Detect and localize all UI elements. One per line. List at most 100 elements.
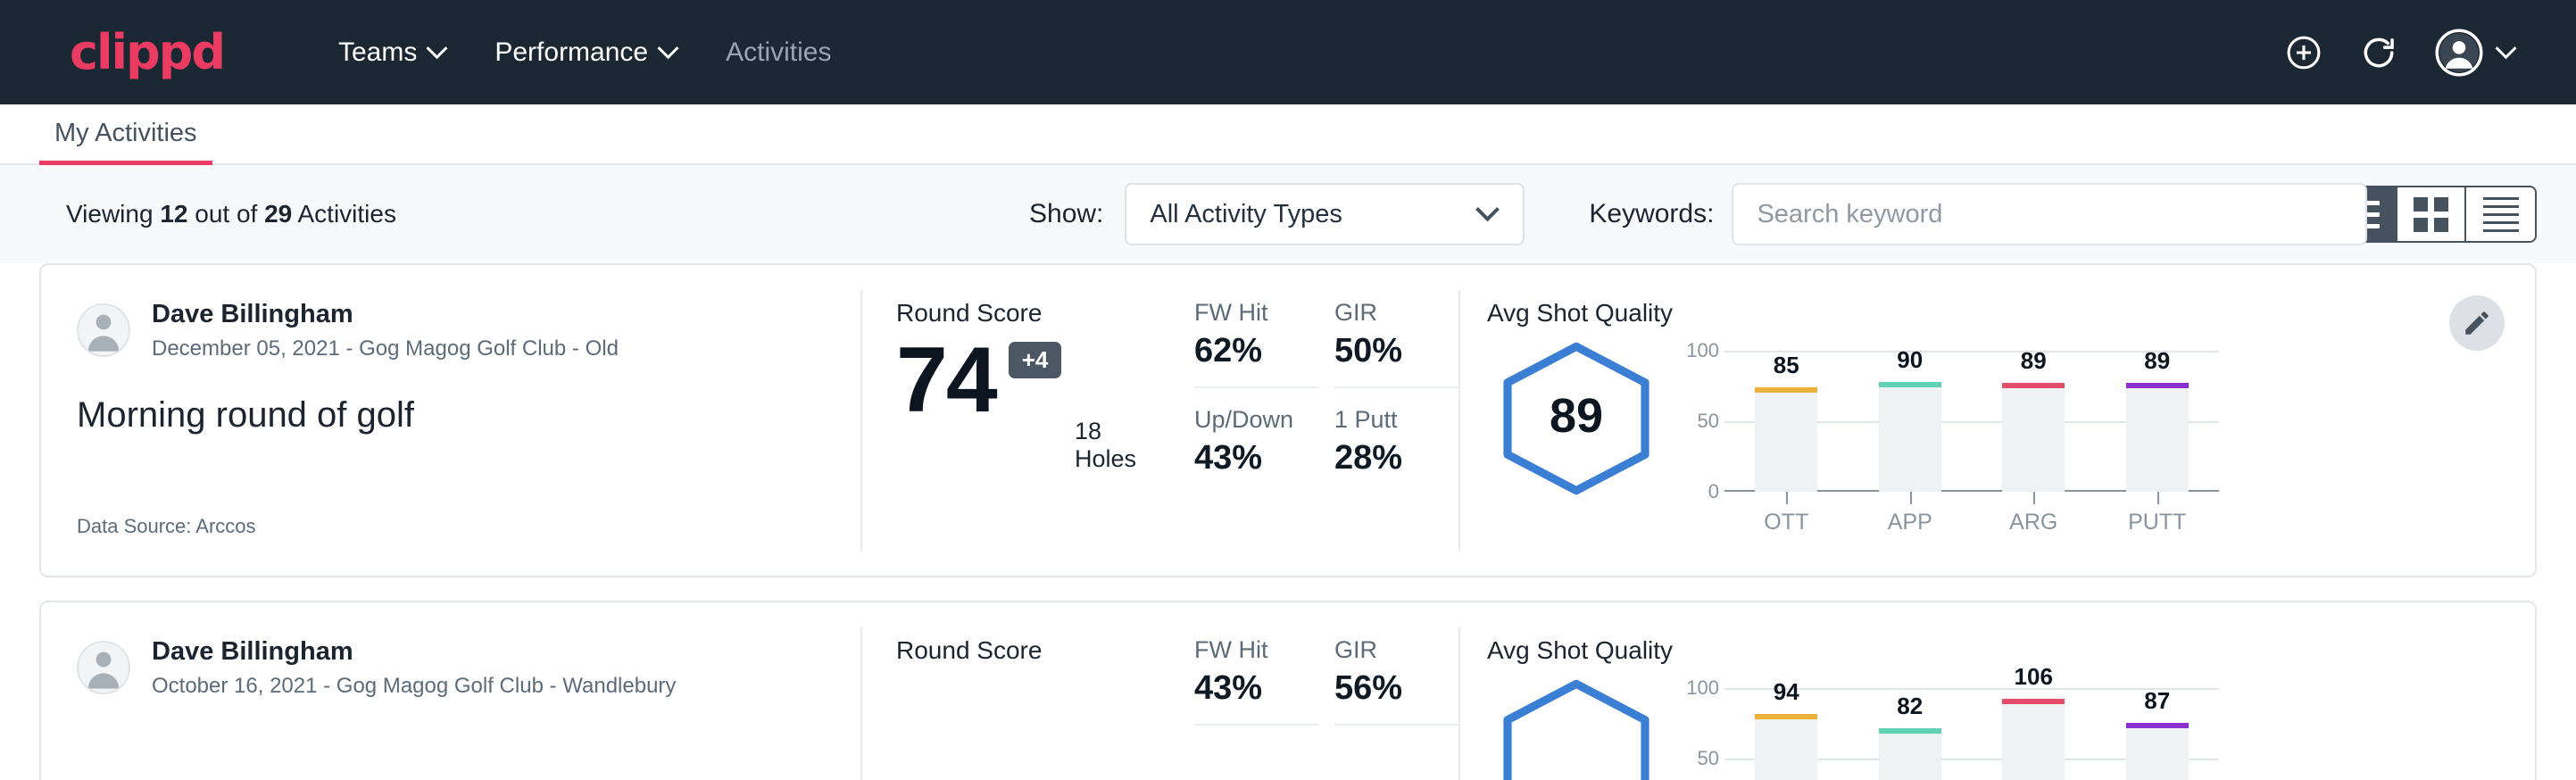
stat-fw-hit: FW Hit 43% xyxy=(1194,636,1318,726)
stat-gir-value: 56% xyxy=(1334,669,1458,708)
chevron-down-icon xyxy=(1475,197,1500,221)
tab-my-activities[interactable]: My Activities xyxy=(39,106,212,165)
avg-shot-quality-hexagon: 89 xyxy=(1487,335,1666,497)
bar-value-app: 90 xyxy=(1897,346,1923,374)
avatar xyxy=(77,303,130,357)
bar-ott: 85 xyxy=(1755,387,1817,492)
shot-quality-bar-chart: 100 50 0 94 xyxy=(1666,672,2219,780)
activity-owner-name: Dave Billingham xyxy=(152,636,676,668)
round-score-badge: +4 xyxy=(1009,342,1062,378)
stat-gir-label: GIR xyxy=(1334,636,1458,664)
y-tick-50: 50 xyxy=(1698,410,1719,433)
bar-column-app: 82 xyxy=(1849,688,1973,780)
bar-column-putt: 87 xyxy=(2096,688,2220,780)
x-label-ott: OTT xyxy=(1724,510,1849,535)
y-tick-100: 100 xyxy=(1686,676,1719,700)
nav-item-teams[interactable]: Teams xyxy=(313,29,469,77)
bar-arg: 89 xyxy=(2002,383,2065,492)
stat-gir: GIR 56% xyxy=(1334,636,1458,726)
search-input-wrapper[interactable] xyxy=(1732,183,2367,245)
activity-meta: October 16, 2021 - Gog Magog Golf Club -… xyxy=(152,674,676,699)
bar-value-app: 82 xyxy=(1897,693,1923,720)
bar-value-arg: 89 xyxy=(2021,347,2047,375)
bar-value-putt: 87 xyxy=(2144,687,2170,715)
filter-toolbar: Viewing 12 out of 29 Activities Show: Al… xyxy=(0,165,2576,263)
clippd-logo[interactable]: clippd xyxy=(70,24,224,80)
bar-arg: 106 xyxy=(2002,699,2065,780)
round-stats-section: FW Hit 62% GIR 50% Up/Down 43% 1 Putt 28… xyxy=(1164,265,1458,576)
activity-owner-name: Dave Billingham xyxy=(152,299,619,330)
activity-type-select[interactable]: All Activity Types xyxy=(1125,183,1525,245)
chart-y-axis: 100 50 0 xyxy=(1673,351,1719,492)
compact-view-icon xyxy=(2483,197,2519,232)
view-mode-compact-button[interactable] xyxy=(2466,187,2535,241)
stat-gir-value: 50% xyxy=(1334,332,1458,370)
x-label-arg: ARG xyxy=(1972,510,2096,535)
refresh-icon[interactable] xyxy=(2359,33,2398,72)
stat-one-putt: 1 Putt 28% xyxy=(1334,406,1458,485)
show-label: Show: xyxy=(1029,199,1103,229)
viewing-suffix: Activities xyxy=(292,200,396,228)
bar-column-ott: 94 xyxy=(1724,688,1849,780)
activity-card-summary: Dave Billingham December 05, 2021 - Gog … xyxy=(41,265,860,576)
bar-app: 90 xyxy=(1879,382,1941,492)
activity-owner: Dave Billingham October 16, 2021 - Gog M… xyxy=(77,636,825,699)
bar-cap-app xyxy=(1879,382,1941,387)
bar-value-putt: 89 xyxy=(2144,347,2170,375)
chevron-down-icon xyxy=(427,37,448,59)
chevron-down-icon xyxy=(2495,37,2516,59)
avg-shot-quality-label: Avg Shot Quality xyxy=(1487,636,2535,665)
x-tick-arg xyxy=(2033,492,2035,504)
bar-ott: 94 xyxy=(1755,714,1817,780)
activity-card[interactable]: Dave Billingham December 05, 2021 - Gog … xyxy=(39,263,2537,577)
edit-activity-button[interactable] xyxy=(2449,295,2505,351)
nav-item-performance[interactable]: Performance xyxy=(469,29,701,77)
nav-item-activities-label: Activities xyxy=(726,37,831,68)
round-score-label: Round Score xyxy=(896,299,1164,328)
view-mode-grid-button[interactable] xyxy=(2397,187,2466,241)
chart-plot-area: 100 50 0 85 xyxy=(1724,351,2219,492)
bar-cap-arg xyxy=(2002,699,2065,704)
activity-title: Morning round of golf xyxy=(77,395,825,436)
viewing-total: 29 xyxy=(264,200,292,228)
bar-cap-putt xyxy=(2126,723,2189,728)
stat-gir-label: GIR xyxy=(1334,299,1458,327)
bar-cap-ott xyxy=(1755,387,1817,393)
bar-value-ott: 94 xyxy=(1774,678,1799,706)
bar-column-putt: 89 xyxy=(2096,351,2220,492)
account-avatar-icon xyxy=(2434,28,2484,78)
y-tick-100: 100 xyxy=(1686,339,1719,362)
bar-column-app: 90 xyxy=(1849,351,1973,492)
bar-app: 82 xyxy=(1879,728,1941,780)
round-stats-grid: FW Hit 43% GIR 56% xyxy=(1194,636,1458,743)
bar-putt: 87 xyxy=(2126,723,2189,780)
viewing-count: 12 xyxy=(160,200,187,228)
stat-up-down: Up/Down 43% xyxy=(1194,406,1318,485)
nav-item-activities[interactable]: Activities xyxy=(701,29,856,77)
chart-plot-area: 100 50 0 94 xyxy=(1724,688,2219,780)
stat-fw-hit-value: 62% xyxy=(1194,332,1318,370)
bar-cap-arg xyxy=(2002,383,2065,388)
x-tick-ott xyxy=(1786,492,1788,504)
search-input[interactable] xyxy=(1757,200,2342,229)
x-tick-putt xyxy=(2157,492,2159,504)
plus-circle-icon[interactable] xyxy=(2284,33,2323,72)
avg-shot-quality-hexagon xyxy=(1487,672,1666,780)
chart-y-axis: 100 50 0 xyxy=(1673,688,1719,780)
x-tick-app xyxy=(1910,492,1912,504)
bar-column-ott: 85 xyxy=(1724,351,1849,492)
stat-fw-hit-label: FW Hit xyxy=(1194,299,1318,327)
chart-x-labels: OTT APP ARG PUTT xyxy=(1724,510,2219,535)
page-tab-bar: My Activities xyxy=(0,104,2576,165)
avg-shot-quality-value: 89 xyxy=(1550,388,1603,444)
stat-fw-hit: FW Hit 62% xyxy=(1194,299,1318,388)
nav-right-actions xyxy=(2284,28,2539,78)
stat-up-down-label: Up/Down xyxy=(1194,406,1318,434)
bar-cap-app xyxy=(1879,728,1941,734)
activity-card[interactable]: Dave Billingham October 16, 2021 - Gog M… xyxy=(39,601,2537,780)
bar-column-arg: 106 xyxy=(1972,688,2096,780)
pencil-icon xyxy=(2462,308,2492,338)
account-menu[interactable] xyxy=(2434,28,2514,78)
bar-value-arg: 106 xyxy=(2015,663,2053,691)
bar-value-ott: 85 xyxy=(1774,352,1799,379)
